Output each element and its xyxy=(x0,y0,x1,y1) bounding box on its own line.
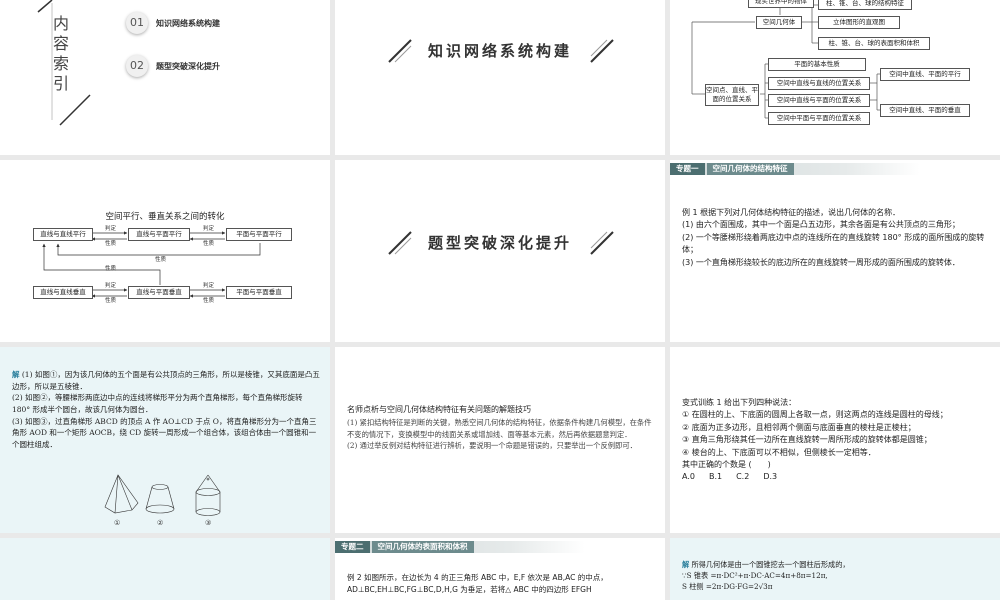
exercise-item: ④ 棱台的上、下底面可以不相似，但侧棱长一定相等． xyxy=(682,447,876,457)
toc-item-number: 02 xyxy=(126,55,148,77)
mindmap-node: 立体图形的直观图 xyxy=(818,16,900,29)
exercise-slide[interactable]: 变式训练 1 给出下列四种说法： ① 在圆柱的上、下底面的圆周上各取一点，则这两… xyxy=(670,347,1000,533)
toc-item-number: 01 xyxy=(126,12,148,34)
example-line: AD⊥BC,EH⊥BC,FG⊥BC,D,H,G 为垂足，若将△ ABC 中的四边… xyxy=(347,584,592,594)
arrow-label: 判定 xyxy=(105,283,117,289)
exercise-item: ② 底面为正多边形，且相邻两个侧面与底面垂直的棱柱是正棱柱； xyxy=(682,422,916,432)
example-item: (3) 一个直角梯形绕较长的底边所在的直线旋转一周形成的面所围成的旋转体． xyxy=(682,257,960,267)
solution-text: 解 所得几何体是由一个圆锥挖去一个圆柱后形成的， ∵S 锥表 =π·DC²+π·… xyxy=(682,560,992,592)
solution2-slide[interactable]: 解 所得几何体是由一个圆锥挖去一个圆柱后形成的， ∵S 锥表 =π·DC²+π·… xyxy=(670,538,1000,600)
mindmap-node: 平面的基本性质 xyxy=(768,58,866,71)
option-a[interactable]: A.0 xyxy=(682,471,695,483)
method-line: (1) 紧扣结构特征是判断的关键，熟悉空间几何体的结构特征，依据条件构建几何模型… xyxy=(347,418,652,439)
mindmap-center-node: 空间几何体 xyxy=(756,16,802,29)
mindmap-node: 空间中直线、平面的垂直 xyxy=(880,104,970,117)
option-d[interactable]: D.3 xyxy=(763,471,777,483)
figure-label: ① xyxy=(114,519,121,527)
mindmap-slide[interactable]: 现实世界中的物体 柱、锥、台、球的结构特征 空间几何体 立体图形的直观图 柱、锥… xyxy=(670,0,1000,155)
arrow-label: 判定 xyxy=(105,226,117,232)
mindmap-node: 柱、锥、台、球的结构特征 xyxy=(818,0,912,10)
relation-box: 平面与平面垂直 xyxy=(226,286,292,299)
relation-box: 直线与直线垂直 xyxy=(33,286,93,299)
arrow-label: 判定 xyxy=(203,283,215,289)
mindmap-node: 空间中直线与直线的位置关系 xyxy=(768,77,870,90)
toc-item-label: 知识网络系统构建 xyxy=(156,18,220,28)
example-item: (2) 一个等腰梯形绕着两底边中点的连线所在的直线旋转 180° 形成的面所围成… xyxy=(682,232,985,255)
figure-label: ③ xyxy=(205,519,212,527)
relation-box: 直线与直线平行 xyxy=(33,228,93,241)
example-text: 例 2 如图所示，在边长为 4 的正三角形 ABC 中，E,F 依次是 AB,A… xyxy=(347,572,659,595)
toc-item-1[interactable]: 01 知识网络系统构建 xyxy=(126,12,220,34)
mindmap-node: 空间中直线、平面的平行 xyxy=(880,68,970,81)
example-item: (1) 由六个面围成，其中一个面是凸五边形，其余各面是有公共顶点的三角形； xyxy=(682,220,960,230)
relation-box: 直线与平面垂直 xyxy=(128,286,190,299)
arrow-label: 性质 xyxy=(105,266,117,272)
mindmap-node: 空间中直线与平面的位置关系 xyxy=(768,94,870,107)
topic2-slide[interactable]: 专题二 空间几何体的表面积和体积 例 2 如图所示，在边长为 4 的正三角形 A… xyxy=(335,538,665,600)
transform-arrows xyxy=(42,231,261,298)
method-slide[interactable]: 名师点析与空间几何体结构特征有关问题的解题技巧 (1) 紧扣结构特征是判断的关键… xyxy=(335,347,665,533)
section-slide-1[interactable]: 知识网络系统构建 xyxy=(335,0,665,155)
example-text: 例 1 根据下列对几何体结构特征的描述，说出几何体的名称． (1) 由六个面围成… xyxy=(682,207,994,269)
solution-line: ∵S 锥表 =π·DC²+π·DC·AC=4π+8π=12π, xyxy=(682,570,828,580)
topic-header: 专题二 空间几何体的表面积和体积 xyxy=(335,541,585,553)
transform-slide[interactable]: 空间平行、垂直关系之间的转化 直线与直线平行 直线与平面平行 平面与平面平行 直… xyxy=(0,160,330,342)
relation-box: 平面与平面平行 xyxy=(226,228,292,241)
arrow-label: 性质 xyxy=(105,241,117,247)
mindmap-node: 空间中平面与平面的位置关系 xyxy=(768,112,870,125)
topic-tag: 专题二 xyxy=(335,541,370,553)
arrow-label: 性质 xyxy=(203,298,215,304)
figure-label: ② xyxy=(157,519,164,527)
exercise-title: 变式训练 1 给出下列四种说法： xyxy=(682,398,797,407)
exercise-question: 其中正确的个数是 ( ) xyxy=(682,459,771,469)
toc-item-2[interactable]: 02 题型突破深化提升 xyxy=(126,55,220,77)
arrow-label: 性质 xyxy=(155,257,167,263)
exercise-item: ① 在圆柱的上、下底面的圆周上各取一点，则这两点的连线是圆柱的母线； xyxy=(682,410,948,420)
relation-box: 直线与平面平行 xyxy=(128,228,190,241)
topic-header: 专题一 空间几何体的结构特征 xyxy=(670,163,920,175)
method-title: 名师点析与空间几何体结构特征有关问题的解题技巧 xyxy=(347,405,531,414)
topic-title: 空间几何体的结构特征 xyxy=(706,163,794,175)
topic-title: 空间几何体的表面积和体积 xyxy=(371,541,474,553)
blank-slide xyxy=(0,538,330,600)
solution1-slide[interactable]: 解 (1) 如图①，因为该几何体的五个面是有公共顶点的三角形，所以是棱锥，又其底… xyxy=(0,347,330,533)
slash-decor-right xyxy=(590,39,614,63)
section-slide-2[interactable]: 题型突破深化提升 xyxy=(335,160,665,342)
example-prompt: 例 1 根据下列对几何体结构特征的描述，说出几何体的名称． xyxy=(682,208,901,217)
exercise-item: ③ 直角三角形绕其任一边所在直线旋转一周所形成的旋转体都是圆锥； xyxy=(682,435,932,445)
solution-line: 所得几何体是由一个圆锥挖去一个圆柱后形成的， xyxy=(689,560,850,569)
toc-vertical-title: 内 容 索 引 xyxy=(52,14,69,93)
slash-decor-right xyxy=(590,231,614,255)
exercise-options: A.0 B.1 C.2 D.3 xyxy=(682,471,994,483)
topic-tag: 专题一 xyxy=(670,163,705,175)
example-line: 例 2 如图所示，在边长为 4 的正三角形 ABC 中，E,F 依次是 AB,A… xyxy=(347,573,608,582)
toc-slide[interactable]: 内 容 索 引 01 知识网络系统构建 02 题型突破深化提升 xyxy=(0,0,330,155)
toc-item-label: 题型突破深化提升 xyxy=(156,61,220,71)
solid-figures xyxy=(104,474,221,516)
exercise-text: 变式训练 1 给出下列四种说法： ① 在圆柱的上、下底面的圆周上各取一点，则这两… xyxy=(682,397,994,484)
arrow-label: 性质 xyxy=(203,241,215,247)
option-b[interactable]: B.1 xyxy=(709,471,722,483)
option-c[interactable]: C.2 xyxy=(736,471,749,483)
topic1-slide[interactable]: 专题一 空间几何体的结构特征 例 1 根据下列对几何体结构特征的描述，说出几何体… xyxy=(670,160,1000,342)
mindmap-center-node: 空间点、直线、平面的位置关系 xyxy=(705,84,759,106)
mindmap-node: 现实世界中的物体 xyxy=(748,0,814,8)
method-text: 名师点析与空间几何体结构特征有关问题的解题技巧 (1) 紧扣结构特征是判断的关键… xyxy=(347,404,657,451)
method-line: (2) 通过举反例对结构特征进行辨析，要说明一个命题是错误的，只要举出一个反例即… xyxy=(347,440,637,450)
arrow-label: 判定 xyxy=(203,226,215,232)
mindmap-node: 柱、锥、台、球的表面积和体积 xyxy=(818,37,930,50)
arrow-label: 性质 xyxy=(105,298,117,304)
solution-line: S 柱侧 =2π·DG·FG=2√3π xyxy=(682,581,773,591)
